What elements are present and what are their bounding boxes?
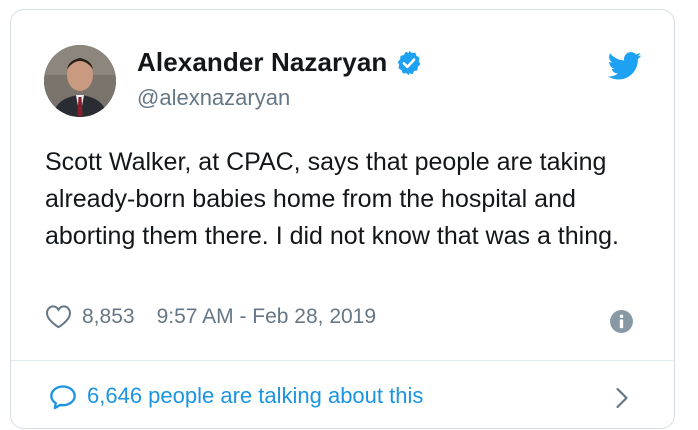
tweet-meta: 8,853 9:57 AM - Feb 28, 2019 <box>45 304 376 329</box>
like-count[interactable]: 8,853 <box>82 305 135 329</box>
info-icon[interactable] <box>609 309 634 334</box>
conversation-link[interactable]: 6,646 people are talking about this <box>11 361 674 430</box>
author-handle[interactable]: @alexnazaryan <box>137 85 290 111</box>
tweet-text: Scott Walker, at CPAC, says that people … <box>45 148 619 250</box>
author-name[interactable]: Alexander Nazaryan <box>137 47 387 78</box>
tweet-timestamp[interactable]: 9:57 AM - Feb 28, 2019 <box>157 305 376 329</box>
chevron-right-icon[interactable] <box>615 386 629 410</box>
speech-bubble-icon <box>49 384 77 410</box>
verified-badge-icon <box>395 49 423 77</box>
author-name-row[interactable]: Alexander Nazaryan <box>137 47 423 78</box>
heart-icon[interactable] <box>45 304 72 329</box>
talking-count-label[interactable]: 6,646 people are talking about this <box>87 383 423 409</box>
twitter-bird-icon[interactable] <box>607 52 642 80</box>
tweet-card: Alexander Nazaryan @alexnazaryan Scott W… <box>10 9 675 429</box>
avatar[interactable] <box>44 45 116 117</box>
